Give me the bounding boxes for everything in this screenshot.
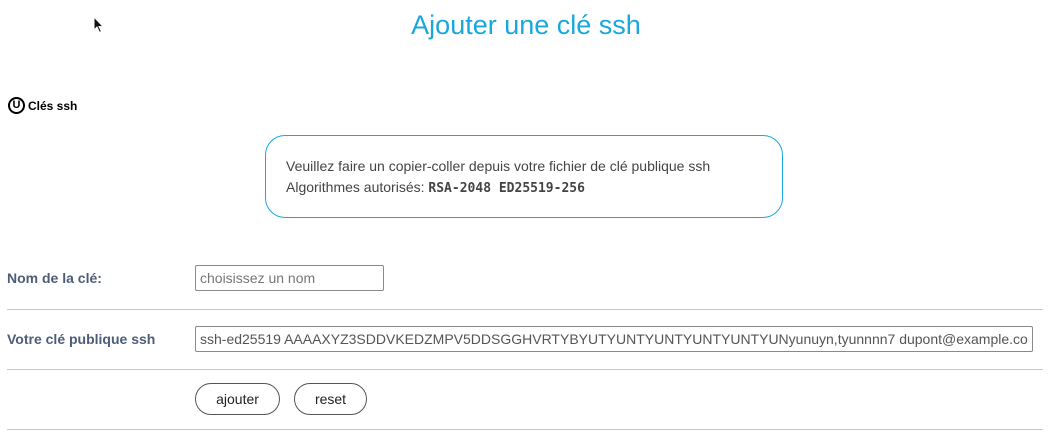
reset-button[interactable]: reset [294, 383, 367, 415]
user-icon: U [8, 97, 25, 114]
row-divider [7, 429, 1043, 430]
row-divider [7, 309, 1043, 310]
add-button[interactable]: ajouter [195, 383, 280, 415]
key-name-label: Nom de la clé: [7, 270, 102, 286]
row-divider [7, 369, 1043, 370]
info-algorithms-line: Algorithmes autorisés: RSA-2048 ED25519-… [286, 177, 762, 199]
breadcrumb-label: Clés ssh [28, 98, 78, 113]
info-box: Veuillez faire un copier-coller depuis v… [265, 135, 783, 218]
page-title: Ajouter une clé ssh [411, 10, 641, 40]
breadcrumb[interactable]: U Clés ssh [8, 97, 77, 114]
public-key-label: Votre clé publique ssh [7, 331, 156, 347]
info-instruction: Veuillez faire un copier-coller depuis v… [286, 158, 711, 174]
algorithms-label: Algorithmes autorisés: [286, 179, 425, 195]
public-key-input[interactable] [195, 326, 1033, 352]
key-name-input[interactable] [195, 265, 384, 291]
algorithms-list: RSA-2048 ED25519-256 [428, 181, 585, 196]
page: Ajouter une clé ssh U Clés ssh Veuillez … [0, 0, 1052, 446]
